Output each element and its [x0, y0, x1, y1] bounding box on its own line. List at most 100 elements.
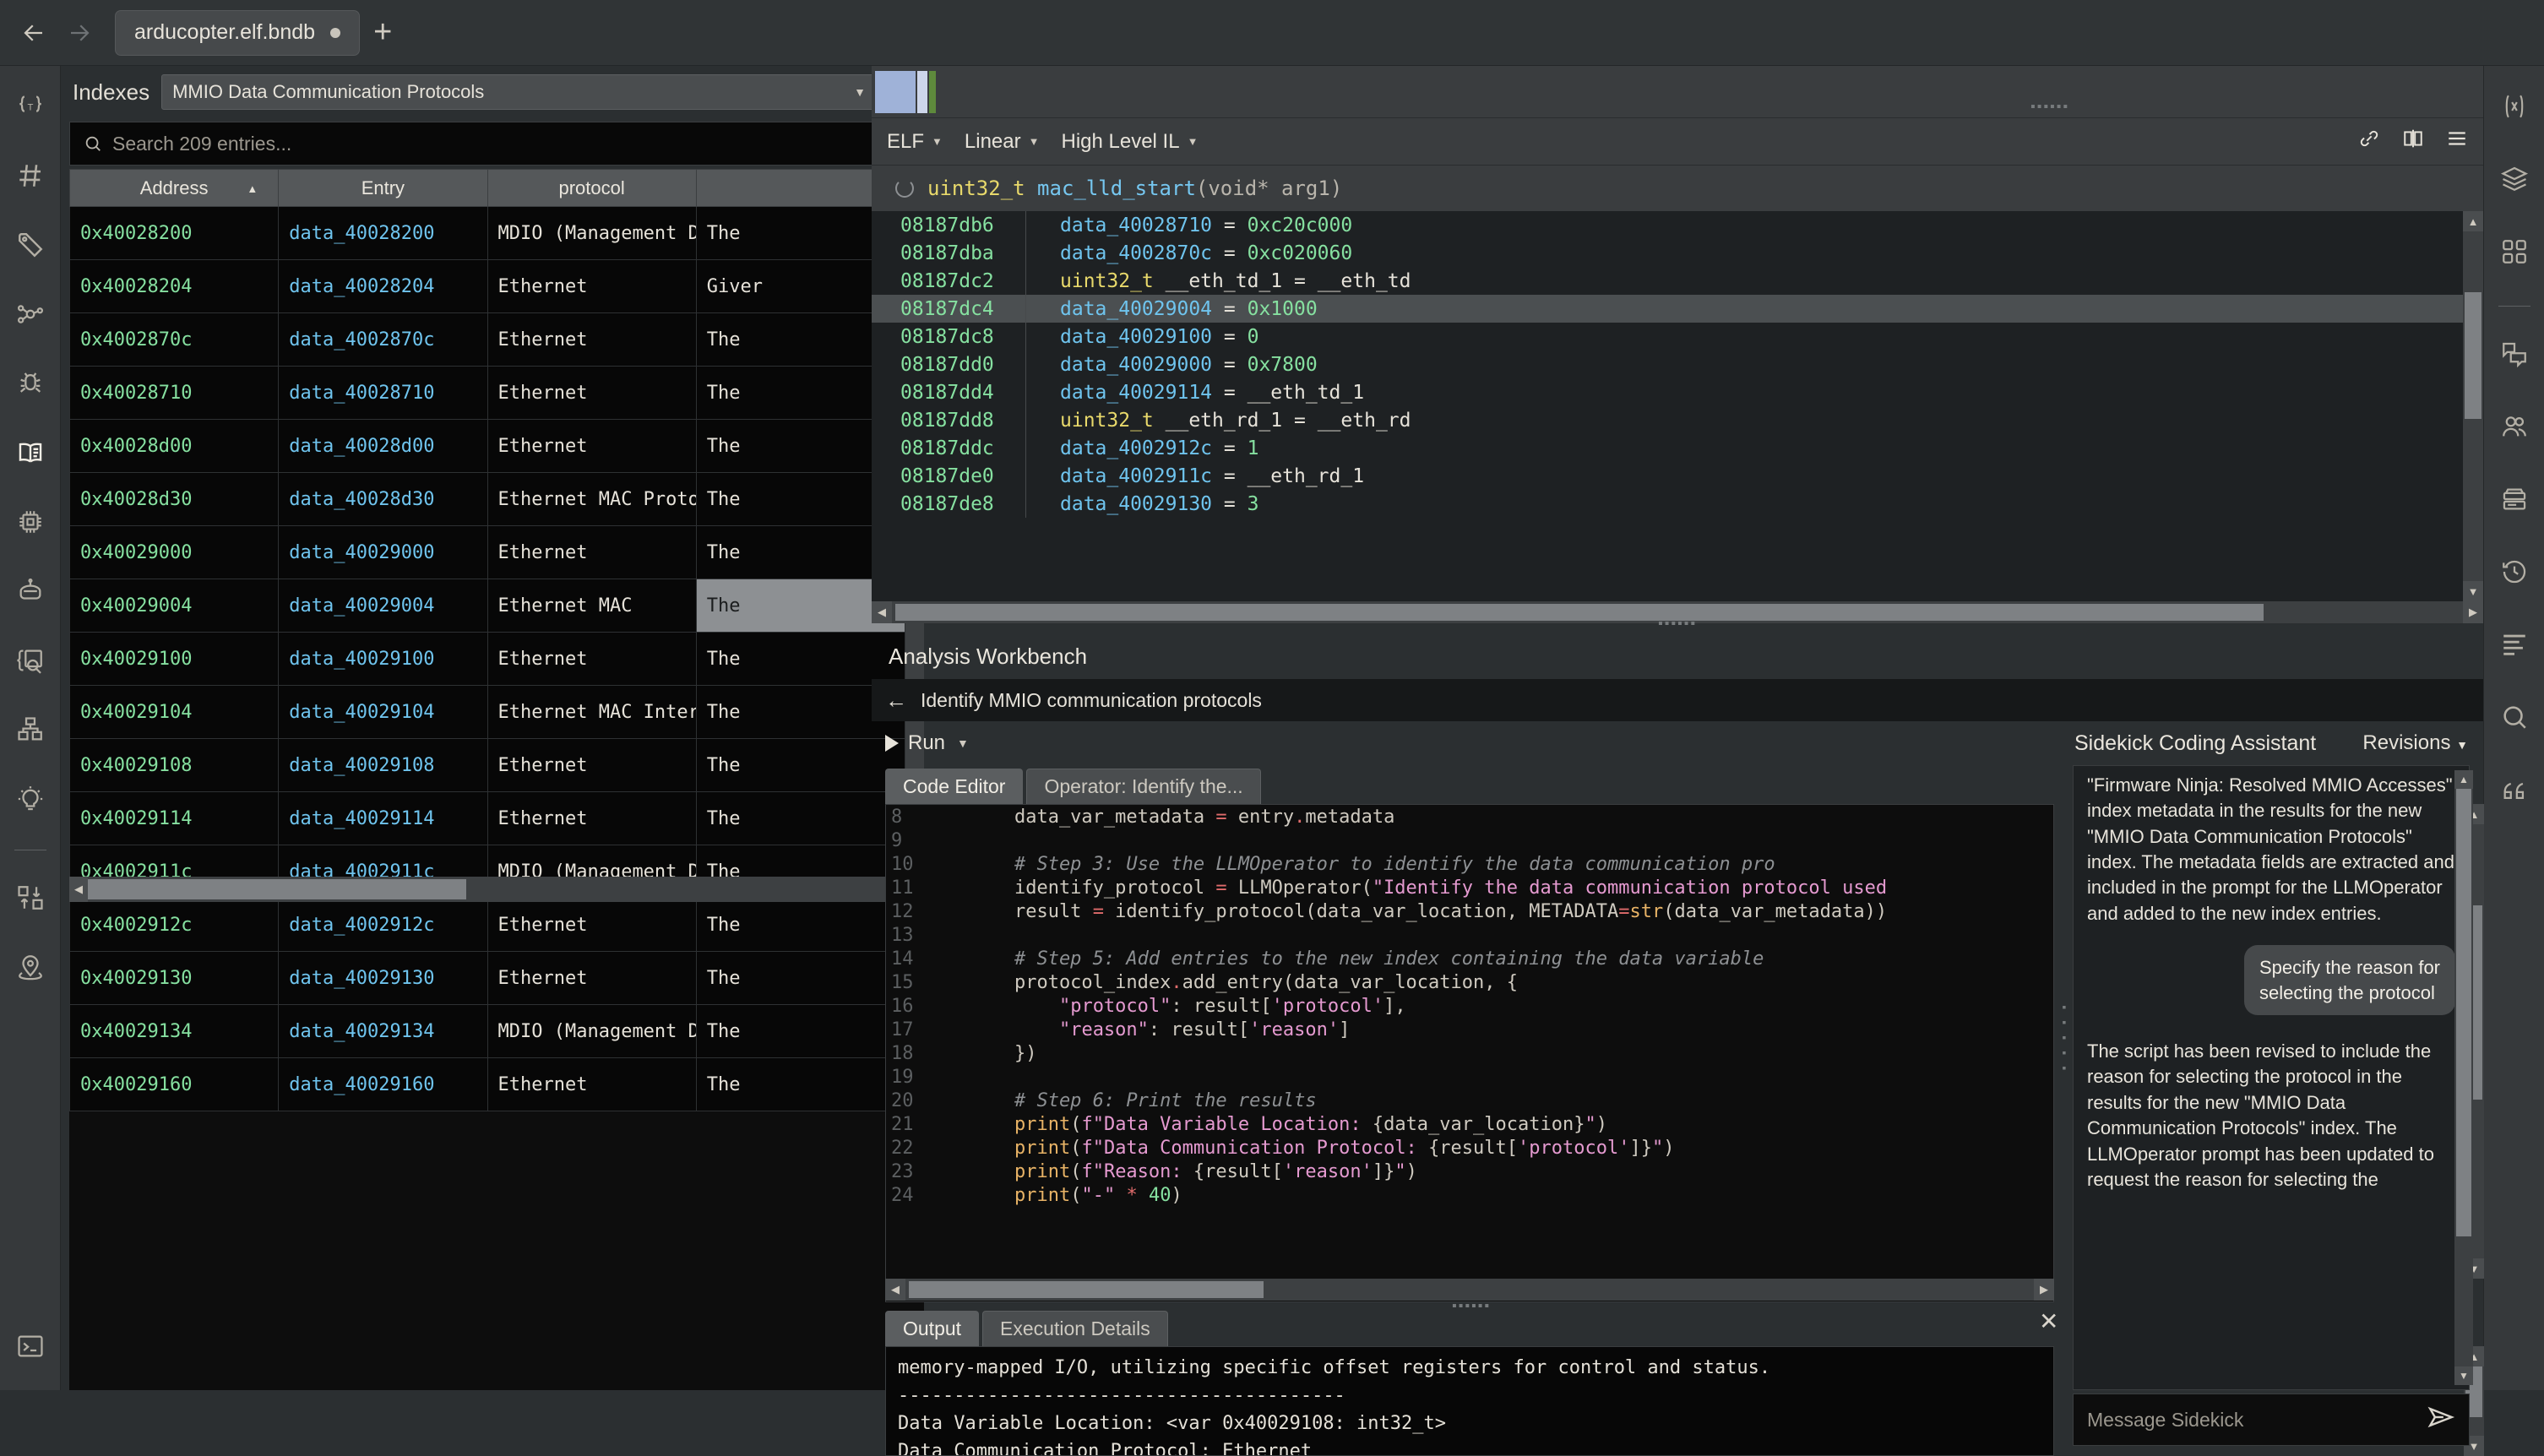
cell-address[interactable]: 0x40029100	[68, 632, 280, 686]
back-button[interactable]	[15, 14, 52, 52]
cell-protocol[interactable]: Ethernet	[487, 312, 697, 367]
run-options-caret-icon[interactable]: ▼	[957, 736, 969, 750]
code-editor[interactable]: 8 data_var_metadata = entry. metadata 9 10 …	[885, 804, 2054, 1302]
output-tab-0[interactable]: Output	[885, 1311, 980, 1346]
indexes-icon[interactable]	[8, 431, 52, 475]
disassembly-line[interactable]: 08187ddc data_4002912c = 1	[872, 434, 2483, 462]
cell-protocol[interactable]: Ethernet	[487, 738, 697, 792]
code-line[interactable]: 20 # Step 6: Print the results	[886, 1089, 2053, 1112]
scrollbar-thumb[interactable]	[2465, 292, 2481, 419]
layers-icon[interactable]	[2492, 157, 2536, 201]
editor-horizontal-scrollbar[interactable]: ◀ ▶	[885, 1279, 2054, 1301]
code-line[interactable]: 18 })	[886, 1041, 2053, 1065]
disassembly-line[interactable]: 08187dd0 data_40029000 = 0x7800	[872, 350, 2483, 378]
cell-address[interactable]: 0x40029130	[68, 951, 280, 1005]
quotes-icon[interactable]	[2492, 768, 2536, 812]
code-line[interactable]: 9	[886, 829, 2053, 852]
disassembly-line[interactable]: 08187dc4 data_40029004 = 0x1000	[872, 295, 2483, 323]
disassembly-vertical-scrollbar[interactable]: ▲ ▼	[2463, 211, 2483, 601]
cell-address[interactable]: 0x40028200	[68, 206, 280, 260]
table-row[interactable]: 0x40028710 data_40028710 Ethernet The	[68, 366, 906, 420]
cell-protocol[interactable]: MDIO (Management Data Input/Outp	[487, 206, 697, 260]
column-header-protocol[interactable]: protocol	[487, 169, 697, 207]
location-pin-icon[interactable]	[8, 945, 52, 989]
minimap-strip[interactable]: ▪▪▪▪▪▪	[872, 66, 2483, 118]
link-icon[interactable]	[2358, 128, 2380, 155]
cell-address[interactable]: 0x4002912c	[68, 898, 280, 952]
code-line[interactable]: 17 "reason": result['reason']	[886, 1018, 2053, 1041]
table-row[interactable]: 0x40028204 data_40028204 Ethernet Giver	[68, 259, 906, 313]
users-icon[interactable]	[2492, 405, 2536, 448]
code-line[interactable]: 24 print("-" * 40)	[886, 1183, 2053, 1207]
cell-address[interactable]: 0x40028d00	[68, 419, 280, 473]
table-row[interactable]: 0x40029134 data_40029134 MDIO (Management …	[68, 1004, 906, 1058]
cell-entry[interactable]: data_40029160	[278, 1057, 488, 1111]
cell-entry[interactable]: data_40029114	[278, 791, 488, 845]
code-line[interactable]: 12 result = identify_protocol(data_var_l…	[886, 899, 2053, 923]
column-header-address[interactable]: Address ▲	[68, 169, 280, 207]
scroll-up-arrow-icon[interactable]: ▲	[2454, 770, 2473, 789]
cell-entry[interactable]: data_40029000	[278, 525, 488, 579]
cell-protocol[interactable]: Ethernet	[487, 1057, 697, 1111]
cell-entry[interactable]: data_40028200	[278, 206, 488, 260]
bug-icon[interactable]	[8, 361, 52, 405]
variables-icon[interactable]	[2492, 84, 2536, 128]
cell-entry[interactable]: data_4002912c	[278, 898, 488, 952]
code-line[interactable]: 11 identify_protocol = LLMOperator("Iden…	[886, 876, 2053, 899]
code-line[interactable]: 22 print(f"Data Communication Protocol: …	[886, 1136, 2053, 1160]
table-row[interactable]: 0x40029160 data_40029160 Ethernet The	[68, 1057, 906, 1111]
cell-protocol[interactable]: Ethernet	[487, 632, 697, 686]
code-line[interactable]: 23 print(f"Reason: {result['reason']} ")	[886, 1160, 2053, 1183]
cell-entry[interactable]: data_40028204	[278, 259, 488, 313]
cell-address[interactable]: 0x4002870c	[68, 312, 280, 367]
table-row[interactable]: 0x40028d00 data_40028d00 Ethernet The	[68, 419, 906, 473]
cell-address[interactable]: 0x40029000	[68, 525, 280, 579]
split-pane-icon[interactable]	[2402, 128, 2424, 155]
column-header-entry[interactable]: Entry	[278, 169, 488, 207]
cell-entry[interactable]: data_40029108	[278, 738, 488, 792]
robot-icon[interactable]	[8, 569, 52, 613]
run-button[interactable]: Run	[885, 731, 945, 755]
disassembly-line[interactable]: 08187de0 data_4002911c = __eth_rd_1	[872, 462, 2483, 490]
lightbulb-icon[interactable]	[8, 777, 52, 821]
cell-address[interactable]: 0x40029134	[68, 1004, 280, 1058]
code-line[interactable]: 8 data_var_metadata = entry. metadata	[886, 805, 2053, 829]
cell-entry[interactable]: data_40029104	[278, 685, 488, 739]
cell-protocol[interactable]: Ethernet	[487, 419, 697, 473]
cell-protocol[interactable]: Ethernet	[487, 791, 697, 845]
disassembly-listing[interactable]: 08187db6 data_40028710 = 0xc20c000 08187db…	[872, 211, 2483, 601]
table-row[interactable]: 0x40028200 data_40028200 MDIO (Management …	[68, 206, 906, 260]
cell-entry[interactable]: data_40028710	[278, 366, 488, 420]
cell-protocol[interactable]: MDIO (Management Data Input/Outp	[487, 1004, 697, 1058]
disassembly-line[interactable]: 08187dd8 uint32_t __eth_rd_1 = __eth_rd	[872, 406, 2483, 434]
scroll-up-arrow-icon[interactable]: ▲	[2463, 211, 2483, 231]
pane-resize-handle[interactable]: ▪▪▪▪▪▪	[872, 617, 2483, 633]
disassembly-line[interactable]: 08187de8 data_40029130 = 3	[872, 490, 2483, 518]
il-level-dropdown[interactable]: High Level IL ▼	[1061, 130, 1198, 154]
layout-dropdown[interactable]: Linear ▼	[965, 130, 1040, 154]
lines-icon[interactable]	[2492, 622, 2536, 666]
table-row[interactable]: 0x4002912c data_4002912c Ethernet The	[68, 898, 906, 952]
send-icon[interactable]	[2427, 1403, 2455, 1437]
output-tab-1[interactable]: Execution Details	[982, 1311, 1168, 1346]
minimap-resize-handle[interactable]: ▪▪▪▪▪▪	[2030, 101, 2069, 117]
scroll-left-arrow-icon[interactable]: ◀	[69, 877, 88, 902]
disassembly-line[interactable]: 08187dd4 data_40029114 = __eth_td_1	[872, 378, 2483, 406]
forward-button[interactable]	[61, 14, 98, 52]
output-console[interactable]: memory-mapped I/O, utilizing specific of…	[885, 1346, 2054, 1456]
back-arrow-icon[interactable]: ←	[885, 687, 907, 714]
workbench-tab-0[interactable]: Code Editor	[885, 769, 1024, 804]
cell-entry[interactable]: data_40029100	[278, 632, 488, 686]
table-row[interactable]: 0x40029104 data_40029104 Ethernet MAC Inte…	[68, 685, 906, 739]
table-row[interactable]: 0x40029130 data_40029130 Ethernet The	[68, 951, 906, 1005]
table-horizontal-scrollbar[interactable]: ◀ ▶	[69, 877, 905, 902]
code-line[interactable]: 16 "protocol": result['protocol'],	[886, 994, 2053, 1018]
scroll-left-arrow-icon[interactable]: ◀	[885, 1279, 905, 1301]
hash-icon[interactable]	[8, 154, 52, 198]
terminal-icon[interactable]	[8, 1324, 52, 1368]
cell-entry[interactable]: data_40029130	[278, 951, 488, 1005]
cell-entry[interactable]: data_40028d00	[278, 419, 488, 473]
scrollbar-thumb[interactable]	[2456, 789, 2471, 1236]
disassembly-line[interactable]: 08187db6 data_40028710 = 0xc20c000	[872, 211, 2483, 239]
cell-entry[interactable]: data_40028d30	[278, 472, 488, 526]
